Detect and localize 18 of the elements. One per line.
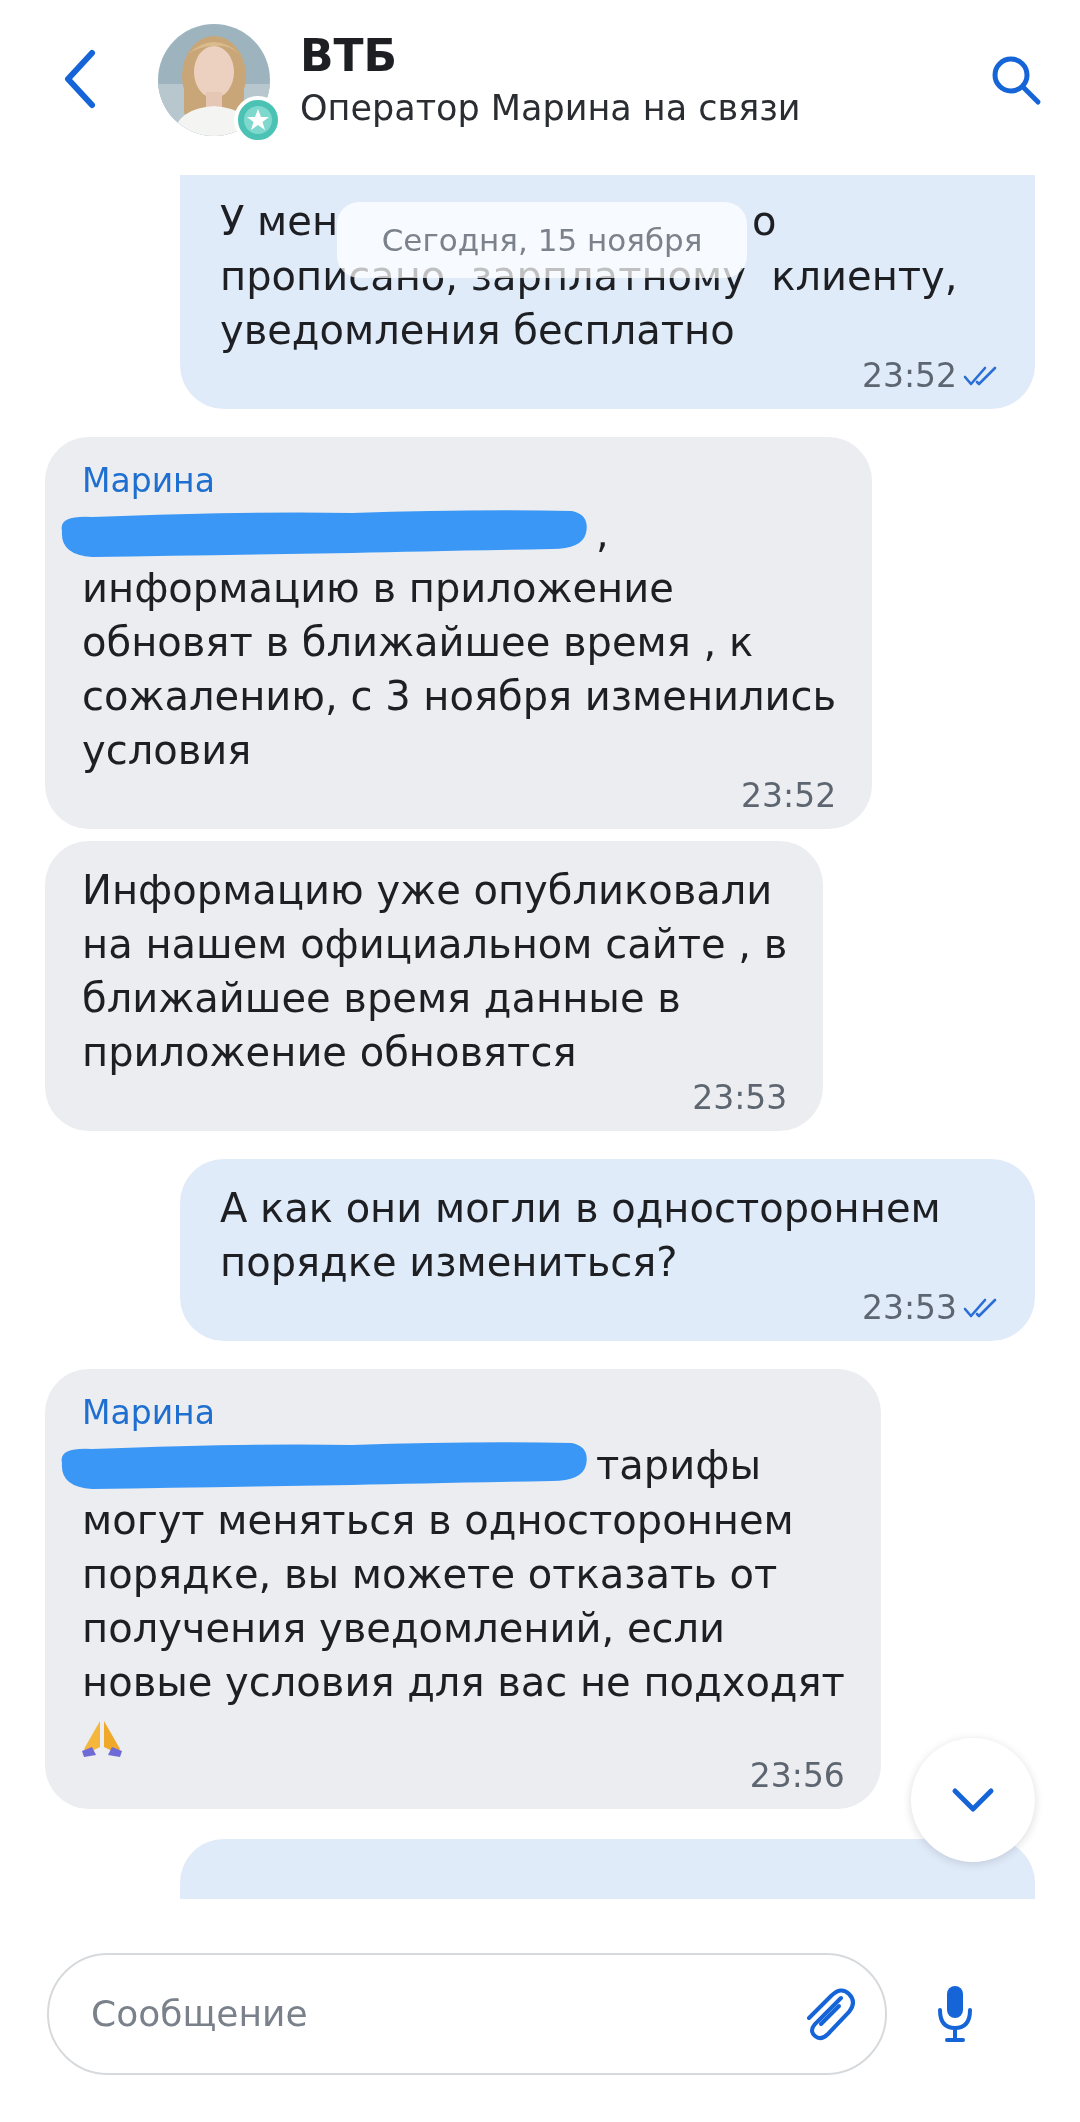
message-text: могут меняться в одностороннем порядке, вы можете отказать от получения уведомлений, если новые условия для вас не подходят [82,1496,845,1707]
message-time: 23:53 [861,1289,957,1327]
chat-subtitle: Оператор Марина на связи [300,87,802,130]
message-input-field[interactable]: Сообщение [47,1952,887,2075]
message-text: А как они могли в одностороннем порядке измениться? [220,1184,942,1287]
message-text: У мен [220,197,339,246]
message-text: тарифы [596,1441,761,1490]
message-text: информацию в приложение обновят в ближайшее время , к сожалению, с 3 ноября изменились условия [82,564,837,775]
sender-name: Марина [82,1392,216,1434]
message-text: о [752,197,777,246]
message-time: 23:52 [741,777,837,815]
chat-title: ВТБ [300,30,399,82]
message-text: Информацию уже опубликовали на нашем официальном сайте , в ближайшее время данные в приложение обновятся [82,866,788,1077]
message-text: , [596,509,609,558]
message-time: 23:56 [749,1757,845,1795]
message-time: 23:52 [861,357,957,395]
sender-name: Марина [82,460,216,502]
message-time: 23:53 [692,1079,788,1117]
